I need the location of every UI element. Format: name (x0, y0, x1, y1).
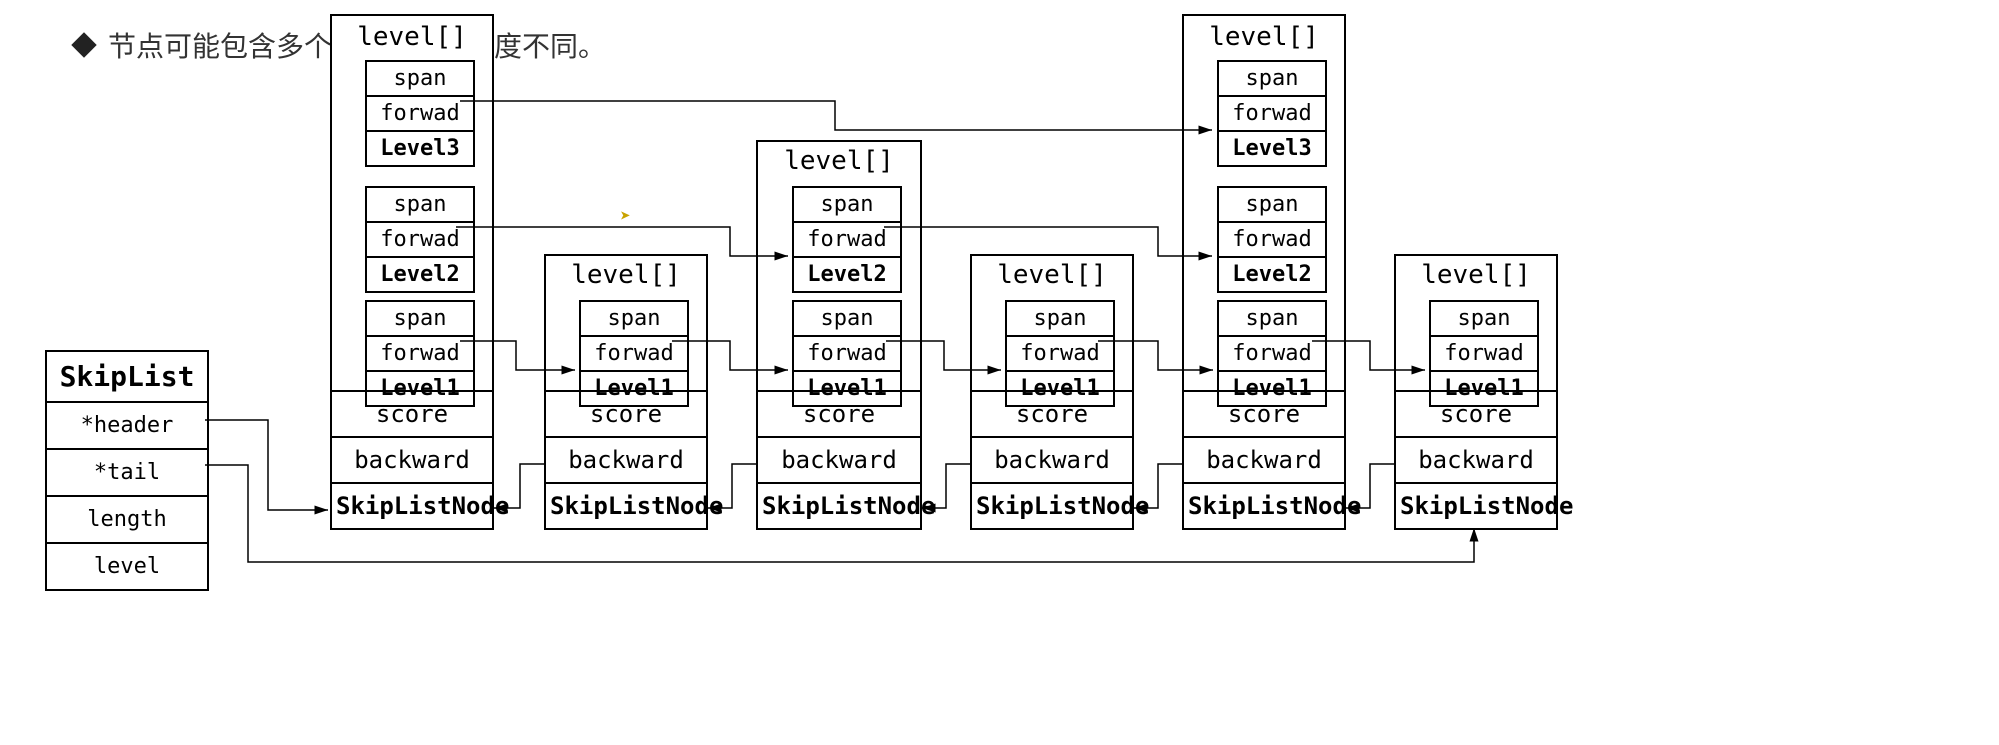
diamond-icon (71, 32, 96, 57)
n6-l1-forward: forwad (1429, 337, 1539, 372)
n5-l2-span: span (1217, 186, 1327, 223)
n3-backward: backward (758, 436, 920, 482)
bullet-text: 节点可能包含多个 (108, 25, 332, 65)
n6-score: score (1396, 390, 1556, 436)
n5-l1-forward: forwad (1217, 337, 1327, 372)
node-3: level[] span forwad Level2 span forwad L… (756, 140, 922, 530)
text-fragment-right: 度不同。 (494, 25, 606, 65)
n3-l2-forward: forwad (792, 223, 902, 258)
node-1: level[] span forwad Level3 span forwad L… (330, 14, 494, 530)
n4-backward: backward (972, 436, 1132, 482)
n1-name: SkipListNode (332, 482, 492, 528)
n6-l1-span: span (1429, 300, 1539, 337)
node-3-level-array: level[] (758, 146, 920, 176)
n4-l1-span: span (1005, 300, 1115, 337)
n1-backward: backward (332, 436, 492, 482)
n5-l3-span: span (1217, 60, 1327, 97)
n4-l1-forward: forwad (1005, 337, 1115, 372)
n5-score: score (1184, 390, 1344, 436)
skiplist-field-length: length (47, 495, 207, 542)
n3-name: SkipListNode (758, 482, 920, 528)
bullet-point: 节点可能包含多个 (75, 25, 332, 65)
node-5-level-array: level[] (1184, 22, 1344, 52)
n6-name: SkipListNode (1396, 482, 1556, 528)
n6-backward: backward (1396, 436, 1556, 482)
n5-l2-forward: forwad (1217, 223, 1327, 258)
skiplist-title: SkipList (47, 352, 207, 401)
node-1-level-array: level[] (332, 22, 492, 52)
n3-score: score (758, 390, 920, 436)
node-6: level[] span forwad Level1 score backwar… (1394, 254, 1558, 530)
n1-l2-span: span (365, 186, 475, 223)
node-2: level[] span forwad Level1 score backwar… (544, 254, 708, 530)
n1-l3-forward: forwad (365, 97, 475, 132)
n4-score: score (972, 390, 1132, 436)
n3-l2-span: span (792, 186, 902, 223)
skiplist-struct: SkipList *header *tail length level (45, 350, 209, 591)
n4-name: SkipListNode (972, 482, 1132, 528)
skiplist-field-header: *header (47, 401, 207, 448)
node-2-level-array: level[] (546, 260, 706, 290)
n3-l1-forward: forwad (792, 337, 902, 372)
n1-l1-forward: forwad (365, 337, 475, 372)
n2-l1-forward: forwad (579, 337, 689, 372)
n5-backward: backward (1184, 436, 1344, 482)
n1-l2-forward: forwad (365, 223, 475, 258)
n1-l3-span: span (365, 60, 475, 97)
n3-l2-name: Level2 (792, 258, 902, 293)
n2-name: SkipListNode (546, 482, 706, 528)
n1-l1-span: span (365, 300, 475, 337)
n5-name: SkipListNode (1184, 482, 1344, 528)
node-4: level[] span forwad Level1 score backwar… (970, 254, 1134, 530)
n1-l2-name: Level2 (365, 258, 475, 293)
node-6-level-array: level[] (1396, 260, 1556, 290)
n2-backward: backward (546, 436, 706, 482)
n5-l3-name: Level3 (1217, 132, 1327, 167)
skiplist-field-level: level (47, 542, 207, 589)
skiplist-field-tail: *tail (47, 448, 207, 495)
n2-l1-span: span (579, 300, 689, 337)
n2-score: score (546, 390, 706, 436)
n3-l1-span: span (792, 300, 902, 337)
n5-l3-forward: forwad (1217, 97, 1327, 132)
n1-score: score (332, 390, 492, 436)
n5-l1-span: span (1217, 300, 1327, 337)
n1-l3-name: Level3 (365, 132, 475, 167)
node-4-level-array: level[] (972, 260, 1132, 290)
node-5: level[] span forwad Level3 span forwad L… (1182, 14, 1346, 530)
n5-l2-name: Level2 (1217, 258, 1327, 293)
diagram-canvas: 节点可能包含多个 度不同。 SkipList *header *tail len… (0, 0, 1999, 745)
cursor-icon: ➤ (620, 206, 631, 227)
